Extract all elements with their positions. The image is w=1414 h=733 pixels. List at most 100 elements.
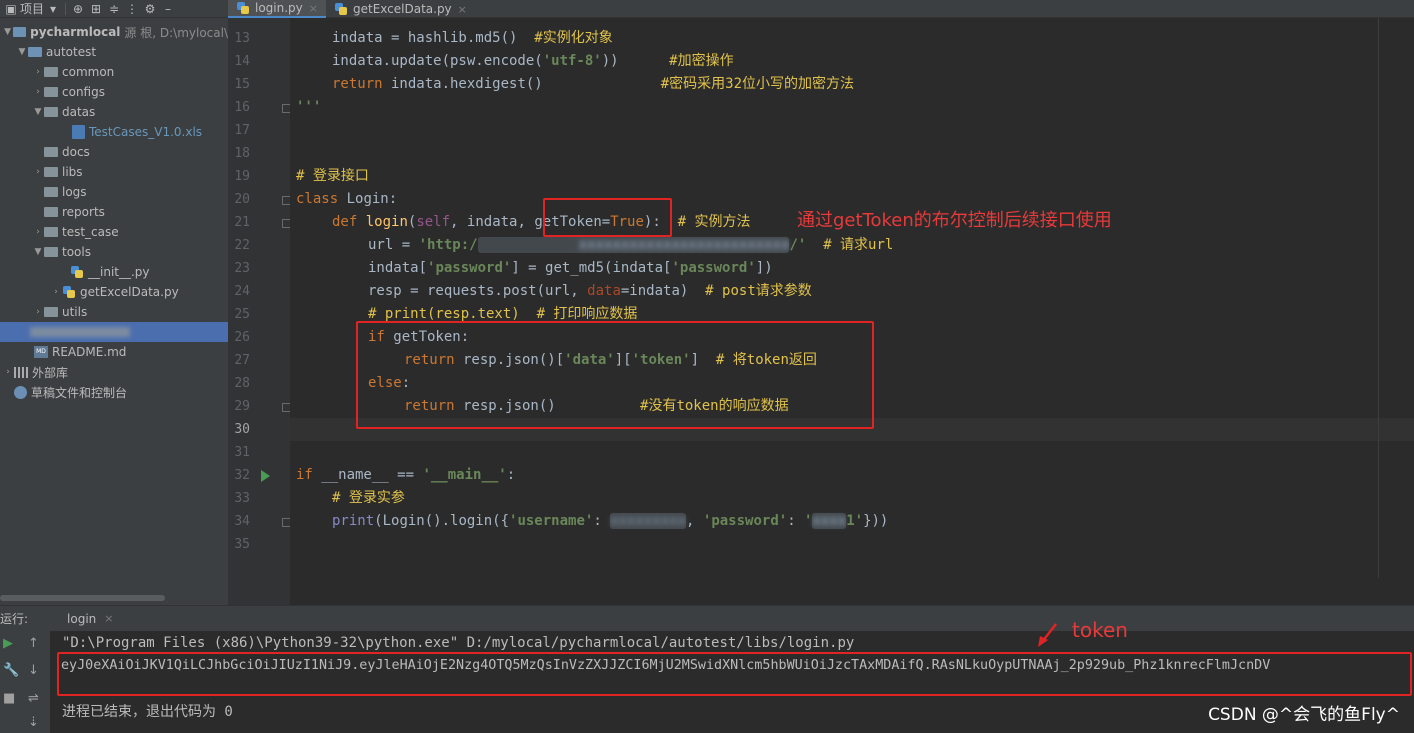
tree-item-docs[interactable]: docs bbox=[0, 142, 228, 162]
tree-item-testcases-xls[interactable]: TestCases_V1.0.xls bbox=[0, 122, 228, 142]
scratches-icon bbox=[14, 385, 27, 399]
rerun-icon[interactable]: ▶ bbox=[3, 636, 13, 651]
token-highlight-box bbox=[57, 652, 1412, 696]
python-file-icon bbox=[70, 265, 84, 279]
line-number: 28 bbox=[234, 376, 250, 391]
code-line-21: def login(self, indata, getToken=True): … bbox=[332, 214, 751, 230]
tree-item-scratches[interactable]: 草稿文件和控制台 bbox=[0, 382, 228, 402]
tree-item-init-py[interactable]: __init__.py bbox=[0, 262, 228, 282]
code-line-16: ''' bbox=[296, 99, 322, 115]
code-line-20: class Login: bbox=[296, 191, 398, 207]
gettoken-annotation: 通过getToken的布尔控制后续接口使用 bbox=[797, 210, 1112, 231]
tree-item-datas[interactable]: ▼ datas bbox=[0, 102, 228, 122]
markdown-file-icon: MD bbox=[34, 346, 48, 358]
horizontal-scrollbar[interactable] bbox=[0, 595, 165, 601]
excel-file-icon bbox=[72, 125, 85, 139]
folder-icon bbox=[44, 107, 58, 117]
code-editor[interactable]: indata = hashlib.md5() #实例化对象 indata.upd… bbox=[290, 18, 1414, 605]
code-line-13: indata = hashlib.md5() #实例化对象 bbox=[332, 30, 613, 46]
project-view-icon[interactable]: ▣ bbox=[2, 2, 20, 16]
gear-icon[interactable]: ⚙ bbox=[141, 2, 159, 16]
more-icon[interactable]: ⋮ bbox=[123, 2, 141, 16]
run-tab-login[interactable]: login × bbox=[42, 606, 119, 632]
tree-item-selected-redacted[interactable] bbox=[0, 322, 228, 342]
minimize-icon[interactable]: – bbox=[159, 2, 177, 16]
run-label: 运行: bbox=[0, 612, 29, 626]
tab-login-py[interactable]: login.py × bbox=[228, 0, 326, 18]
scroll-down-icon[interactable]: ↓ bbox=[28, 663, 39, 678]
folder-icon bbox=[28, 47, 42, 57]
chevron-right-icon[interactable]: › bbox=[32, 67, 44, 77]
tree-item-tools[interactable]: ▼ tools bbox=[0, 242, 228, 262]
chevron-right-icon[interactable]: › bbox=[32, 167, 44, 177]
run-icon[interactable] bbox=[261, 470, 270, 482]
run-side-toolbar: ▶ ↑ 🔧 ↓ ■ ⇌ ⇣ bbox=[0, 631, 50, 733]
redacted-blur bbox=[30, 327, 130, 337]
tree-item-utils[interactable]: › utils bbox=[0, 302, 228, 322]
tree-item-test-case[interactable]: › test_case bbox=[0, 222, 228, 242]
tree-item-common[interactable]: › common bbox=[0, 62, 228, 82]
line-number: 29 bbox=[234, 399, 250, 414]
code-line-34: print(Login().login({'username': xxxxxxx… bbox=[332, 513, 889, 529]
wrench-icon[interactable]: 🔧 bbox=[3, 663, 19, 678]
chevron-down-icon[interactable]: ▼ bbox=[2, 27, 13, 37]
python-file-icon bbox=[62, 285, 76, 299]
python-file-icon bbox=[48, 612, 62, 626]
tree-item-external-libraries[interactable]: › 外部库 bbox=[0, 362, 228, 382]
editor-gutter: 13 14 15 16 17 18 19 20 21 22 23 24 25 2… bbox=[228, 18, 291, 605]
code-line-15: return indata.hexdigest() #密码采用32位小写的加密方… bbox=[332, 76, 855, 92]
chevron-down-icon[interactable]: ▼ bbox=[16, 47, 28, 57]
line-number: 20 bbox=[234, 192, 250, 207]
line-number: 19 bbox=[234, 169, 250, 184]
tree-item-logs[interactable]: logs bbox=[0, 182, 228, 202]
tree-item-readme[interactable]: MD README.md bbox=[0, 342, 228, 362]
project-view-label[interactable]: 项目 bbox=[20, 0, 44, 17]
folder-icon bbox=[44, 247, 58, 257]
line-number: 21 bbox=[234, 215, 250, 230]
run-toolbar: 运行: login × bbox=[0, 605, 1414, 631]
folder-icon bbox=[44, 227, 58, 237]
chevron-right-icon[interactable]: › bbox=[2, 367, 14, 377]
close-icon[interactable]: × bbox=[309, 2, 318, 15]
close-icon[interactable]: × bbox=[104, 612, 113, 625]
expand-all-icon[interactable]: ⊞ bbox=[87, 2, 105, 16]
editor-tabs: login.py × getExcelData.py × bbox=[228, 0, 1414, 18]
folder-icon bbox=[44, 67, 58, 77]
line-number: 27 bbox=[234, 353, 250, 368]
line-number: 13 bbox=[234, 31, 250, 46]
python-file-icon bbox=[334, 2, 348, 16]
chevron-right-icon[interactable]: › bbox=[32, 307, 44, 317]
tree-item-reports[interactable]: reports bbox=[0, 202, 228, 222]
code-line-19: # 登录接口 bbox=[296, 168, 369, 184]
tree-item-getexceldata-py[interactable]: › getExcelData.py bbox=[0, 282, 228, 302]
tab-getexceldata-py[interactable]: getExcelData.py × bbox=[326, 0, 475, 18]
project-panel: ▣ 项目 ▾ ⊕ ⊞ ≑ ⋮ ⚙ – ▼ pycharmlocal 源 根, D:\… bbox=[0, 0, 228, 605]
soft-wrap-icon[interactable]: ⇌ bbox=[28, 691, 39, 706]
collapse-all-icon[interactable]: ≑ bbox=[105, 2, 123, 16]
line-number: 26 bbox=[234, 330, 250, 345]
chevron-down-icon[interactable]: ▼ bbox=[32, 247, 44, 257]
dropdown-icon[interactable]: ▾ bbox=[44, 2, 62, 16]
close-icon[interactable]: × bbox=[458, 3, 467, 16]
chevron-right-icon[interactable]: › bbox=[32, 87, 44, 97]
locate-icon[interactable]: ⊕ bbox=[69, 2, 87, 16]
tree-item-pycharmlocal[interactable]: ▼ pycharmlocal 源 根, D:\mylocal\ bbox=[0, 22, 228, 42]
csdn-watermark: CSDN @^会飞的鱼Fly^ bbox=[1208, 705, 1400, 725]
tree-item-libs[interactable]: › libs bbox=[0, 162, 228, 182]
chevron-right-icon[interactable]: › bbox=[32, 227, 44, 237]
tree-item-autotest[interactable]: ▼ autotest bbox=[0, 42, 228, 62]
line-number: 17 bbox=[234, 123, 250, 138]
gettoken-highlight-box bbox=[543, 198, 672, 237]
scroll-up-icon[interactable]: ↑ bbox=[28, 636, 39, 651]
tree-item-configs[interactable]: › configs bbox=[0, 82, 228, 102]
line-number: 18 bbox=[234, 146, 250, 161]
line-number: 31 bbox=[234, 445, 250, 460]
line-number: 15 bbox=[234, 77, 250, 92]
stop-icon[interactable]: ■ bbox=[3, 691, 15, 706]
line-number: 34 bbox=[234, 514, 250, 529]
sort-icon[interactable]: ⇣ bbox=[28, 715, 39, 730]
chevron-right-icon[interactable]: › bbox=[50, 287, 62, 297]
line-number: 32 bbox=[234, 468, 250, 483]
chevron-down-icon[interactable]: ▼ bbox=[32, 107, 44, 117]
folder-icon bbox=[44, 167, 58, 177]
